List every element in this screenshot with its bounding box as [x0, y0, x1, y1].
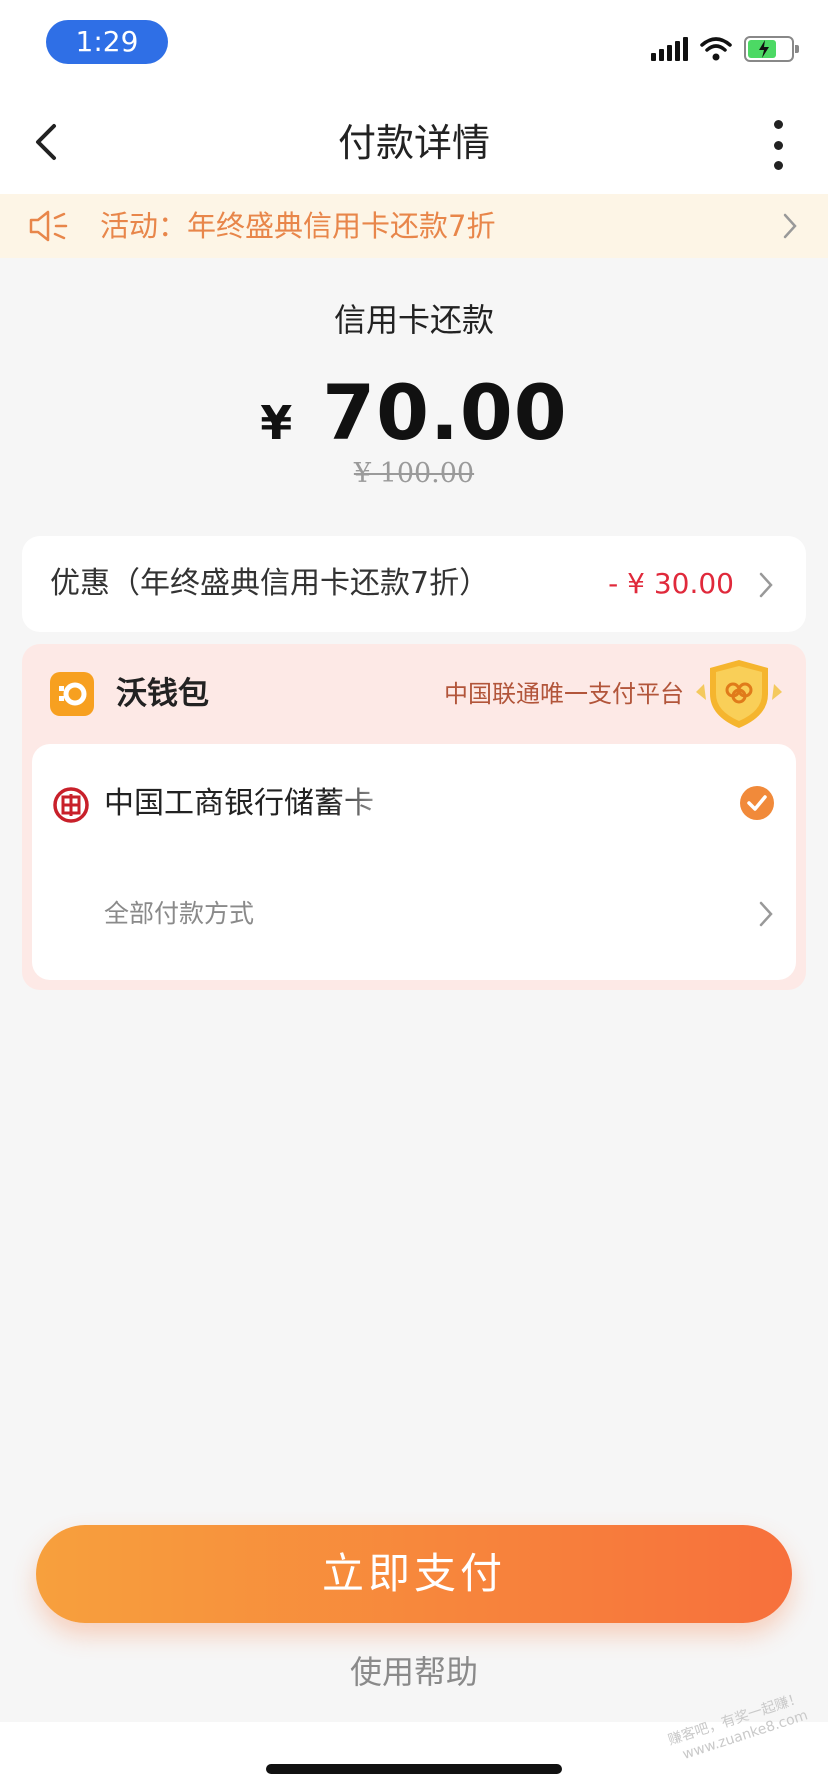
- selected-check-icon: [740, 786, 774, 820]
- status-icons: [651, 34, 799, 64]
- home-indicator[interactable]: [266, 1764, 562, 1774]
- all-payment-methods[interactable]: 全部付款方式: [104, 894, 254, 934]
- speaker-icon: [29, 210, 68, 242]
- amount-row: ¥70.00: [0, 368, 828, 457]
- payment-amount: 70.00: [322, 368, 568, 457]
- payment-subject: 信用卡还款: [333, 301, 494, 339]
- bank-name-fade: [332, 774, 452, 834]
- pay-now-button[interactable]: 立即支付: [36, 1525, 792, 1623]
- status-time: 1:29: [46, 20, 168, 64]
- discount-row[interactable]: 优惠（年终盛典信用卡还款7折） - ¥ 30.00: [22, 536, 806, 632]
- chevron-right-icon: [759, 901, 773, 927]
- help-link[interactable]: 使用帮助: [0, 1650, 828, 1694]
- wallet-card: 沃钱包 中国联通唯一支付平台 中国工商银行储蓄卡 全部付款方式: [22, 644, 806, 990]
- wallet-slogan: 中国联通唯一支付平台: [444, 680, 684, 708]
- more-dot-icon: [773, 120, 783, 129]
- payment-method-card: 中国工商银行储蓄卡 全部付款方式: [32, 744, 796, 980]
- promo-banner[interactable]: 活动：年终盛典信用卡还款7折: [0, 194, 828, 258]
- more-options-button[interactable]: [768, 120, 788, 170]
- currency-symbol: ¥: [260, 396, 293, 450]
- signal-icon: [651, 37, 688, 61]
- wallet-logo-icon: [50, 672, 94, 716]
- icbc-logo-icon: [53, 787, 89, 823]
- discount-label: 优惠（年终盛典信用卡还款7折）: [50, 566, 490, 601]
- more-dot-icon: [773, 140, 783, 150]
- banner-text: 活动：年终盛典信用卡还款7折: [100, 209, 496, 243]
- discount-value: - ¥ 30.00: [608, 567, 734, 600]
- original-amount: ¥ 100.00: [353, 458, 475, 489]
- wallet-name: 沃钱包: [116, 676, 209, 712]
- chevron-right-icon: [783, 213, 797, 239]
- page-title: 付款详情: [337, 121, 490, 165]
- battery-icon: [744, 36, 799, 62]
- more-dot-icon: [773, 161, 783, 170]
- wifi-icon: [700, 37, 732, 61]
- shield-badge-icon: [696, 660, 782, 728]
- chevron-right-icon: [759, 572, 773, 598]
